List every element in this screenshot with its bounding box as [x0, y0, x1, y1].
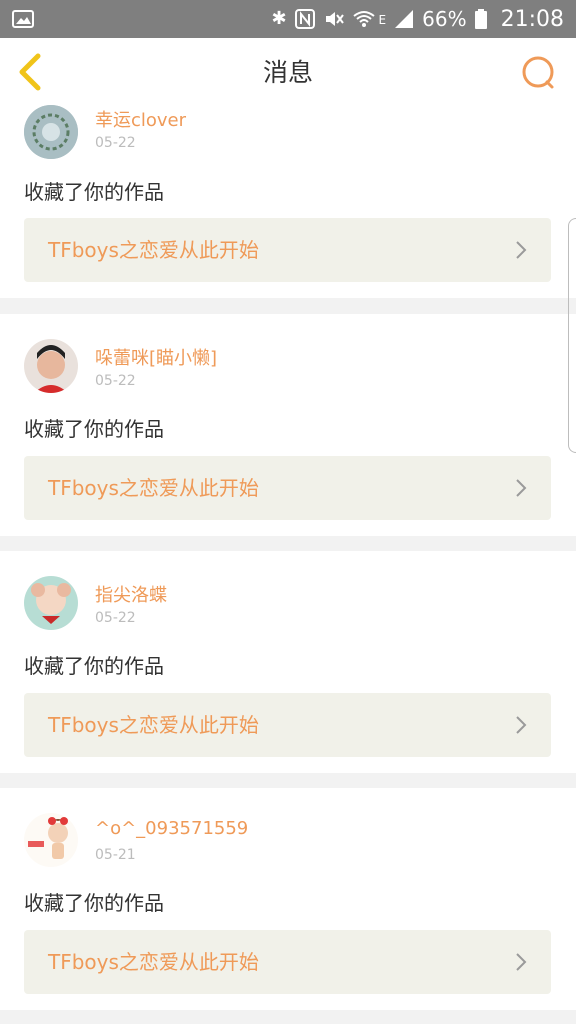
signal-icon: [395, 10, 414, 28]
avatar[interactable]: [24, 105, 78, 159]
avatar[interactable]: [24, 576, 78, 630]
wifi-icon: [352, 11, 375, 27]
chevron-right-icon: [516, 716, 527, 734]
action-text: 收藏了你的作品: [24, 180, 164, 204]
message-date: 05-21: [95, 847, 136, 863]
message-card: 哚蕾咪[瞄小懒] 05-22 收藏了你的作品 TFboys之恋爱从此开始: [0, 314, 576, 536]
username[interactable]: ^o^_093571559: [95, 818, 248, 839]
username[interactable]: 指尖洛蝶: [95, 581, 167, 607]
battery-percent: 66%: [422, 7, 467, 31]
work-title: TFboys之恋爱从此开始: [48, 238, 259, 262]
nfc-icon: [294, 9, 315, 29]
work-title: TFboys之恋爱从此开始: [48, 950, 259, 974]
chevron-right-icon: [516, 953, 527, 971]
network-type-label: E: [378, 12, 387, 27]
clock: 21:08: [500, 6, 564, 32]
username[interactable]: 哚蕾咪[瞄小懒]: [95, 344, 217, 370]
action-text: 收藏了你的作品: [24, 654, 164, 678]
message-date: 05-22: [95, 373, 136, 389]
work-link-button[interactable]: TFboys之恋爱从此开始: [24, 456, 551, 520]
search-icon[interactable]: [520, 54, 558, 92]
message-card: ^o^_093571559 05-21 收藏了你的作品 TFboys之恋爱从此开…: [0, 788, 576, 1010]
scrollbar[interactable]: [568, 218, 576, 453]
avatar[interactable]: [24, 813, 78, 867]
work-link-button[interactable]: TFboys之恋爱从此开始: [24, 693, 551, 757]
battery-icon: [474, 9, 487, 29]
work-link-button[interactable]: TFboys之恋爱从此开始: [24, 930, 551, 994]
bluetooth-icon: ✱: [271, 8, 287, 29]
mute-icon: [325, 12, 344, 26]
message-card: 幸运clover 05-22 收藏了你的作品 TFboys之恋爱从此开始: [0, 95, 576, 298]
action-text: 收藏了你的作品: [24, 891, 164, 915]
message-date: 05-22: [95, 135, 136, 151]
message-date: 05-22: [95, 610, 136, 626]
action-text: 收藏了你的作品: [24, 417, 164, 441]
username[interactable]: 幸运clover: [95, 106, 186, 132]
work-title: TFboys之恋爱从此开始: [48, 476, 259, 500]
status-bar: ✱ E 66% 21:08: [0, 0, 576, 38]
image-icon: [12, 10, 34, 28]
avatar[interactable]: [24, 339, 78, 393]
chevron-right-icon: [516, 479, 527, 497]
work-title: TFboys之恋爱从此开始: [48, 713, 259, 737]
chevron-right-icon: [516, 241, 527, 259]
work-link-button[interactable]: TFboys之恋爱从此开始: [24, 218, 551, 282]
message-card: 指尖洛蝶 05-22 收藏了你的作品 TFboys之恋爱从此开始: [0, 551, 576, 773]
